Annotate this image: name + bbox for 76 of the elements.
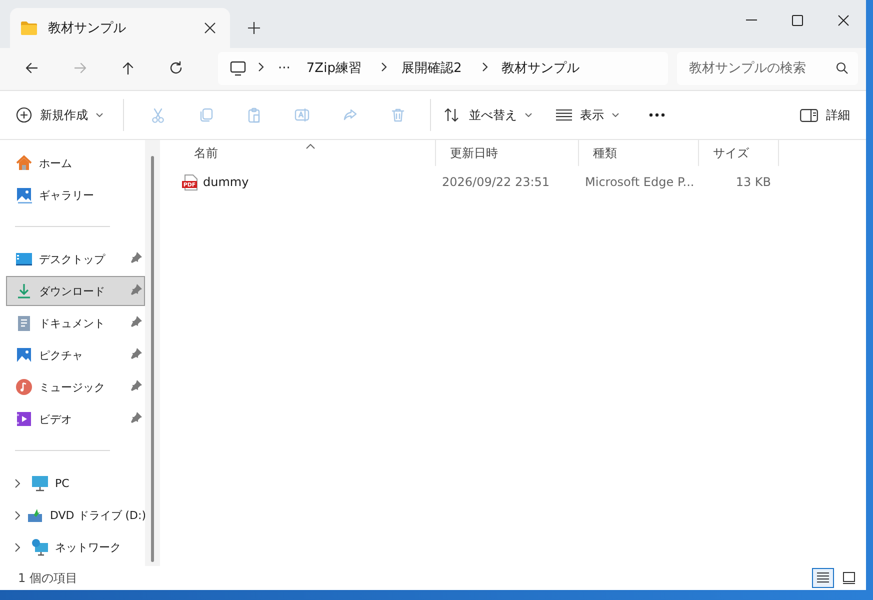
sidebar-item[interactable]: ミュージック: [6, 372, 145, 402]
modified-date: 2026/09/22 23:51: [442, 175, 550, 189]
dropdown-caret-icon: [612, 113, 619, 117]
close-icon: [838, 14, 848, 26]
monitor-icon: [31, 474, 49, 492]
chevron-right-icon: [258, 62, 264, 72]
video-icon: [15, 410, 33, 428]
gallery-icon: [15, 186, 33, 204]
chevron-right-icon: [482, 62, 488, 72]
trash-icon: [390, 107, 406, 123]
search-field[interactable]: 教材サンプルの検索: [677, 52, 858, 84]
sidebar-item[interactable]: ピクチャ: [6, 340, 145, 370]
copy-icon: [198, 107, 214, 123]
list-icon: [556, 109, 572, 121]
breadcrumb-overflow[interactable]: ···: [270, 60, 298, 76]
new-button[interactable]: 新規作成: [10, 99, 109, 131]
file-size: 13 KB: [736, 175, 771, 189]
file-type: Microsoft Edge P...: [585, 175, 694, 189]
share-icon: [342, 107, 358, 123]
file-name: dummy: [203, 175, 249, 189]
dropdown-caret-icon: [96, 113, 103, 117]
breadcrumb-segment[interactable]: 教材サンプル: [494, 59, 588, 77]
breadcrumb-segment[interactable]: 展開確認2: [393, 59, 470, 77]
plus-icon: [248, 22, 260, 34]
document-icon: [15, 314, 33, 332]
sidebar-item[interactable]: ギャラリー: [6, 180, 145, 210]
picture-icon: [15, 346, 33, 364]
column-header[interactable]: 名前: [180, 140, 436, 166]
view-button[interactable]: 表示: [550, 99, 625, 131]
more-icon: [649, 113, 665, 117]
sidebar-item[interactable]: ドキュメント: [6, 308, 145, 338]
maximize-icon: [792, 14, 802, 26]
desktop-icon: [15, 250, 33, 268]
column-header[interactable]: 更新日時: [436, 140, 579, 166]
monitor-icon: [230, 60, 246, 76]
sort-icon: [443, 107, 461, 123]
scissors-icon: [150, 107, 166, 123]
search-input[interactable]: 教材サンプルの検索: [687, 60, 836, 76]
forward-arrow-icon: [72, 60, 88, 76]
details-button[interactable]: 詳細: [794, 99, 856, 131]
breadcrumb-segment[interactable]: 7Zip練習: [298, 59, 370, 77]
refresh-icon: [168, 60, 184, 76]
sidebar-item[interactable]: ビデオ: [6, 404, 145, 434]
sort-button[interactable]: 並べ替え: [437, 99, 538, 131]
address-bar[interactable]: ··· 7Zip練習 展開確認2 教材サンプル: [218, 52, 668, 84]
download-arrow-icon: [15, 282, 33, 300]
sidebar-item[interactable]: ネットワーク: [6, 532, 145, 562]
details-pane-icon: [800, 108, 818, 122]
scrollbar[interactable]: [145, 140, 160, 566]
minimize-icon: [746, 19, 756, 21]
column-header[interactable]: 種類: [579, 140, 699, 166]
home-icon: [15, 154, 33, 172]
sidebar-item[interactable]: ダウンロード: [6, 276, 145, 306]
close-icon: [204, 22, 216, 34]
details-view-icon: [816, 571, 830, 585]
rename-icon: [294, 107, 310, 123]
column-header[interactable]: サイズ: [699, 140, 779, 166]
large-icons-view-icon: [842, 571, 856, 585]
sidebar-item[interactable]: ホーム: [6, 148, 145, 178]
sidebar-item[interactable]: デスクトップ: [6, 244, 145, 274]
chevron-right-icon: [381, 62, 388, 72]
sidebar-item[interactable]: PC: [6, 468, 145, 498]
clipboard-icon: [246, 107, 262, 123]
item-count: 1 個の項目: [18, 570, 78, 586]
back-arrow-icon: [24, 60, 40, 76]
plus-circle-icon: [16, 107, 32, 123]
window-tab[interactable]: 教材サンプル: [10, 8, 230, 48]
network-icon: [31, 538, 49, 556]
details-view-button[interactable]: [812, 568, 834, 588]
music-note-icon: [15, 378, 33, 396]
dropdown-caret-icon: [525, 113, 532, 117]
tab-title: 教材サンプル: [48, 20, 127, 37]
sidebar-item[interactable]: DVD ドライブ (D:): [6, 500, 145, 530]
search-icon: [836, 62, 848, 74]
folder-icon: [20, 20, 38, 36]
up-arrow-icon: [120, 60, 136, 76]
